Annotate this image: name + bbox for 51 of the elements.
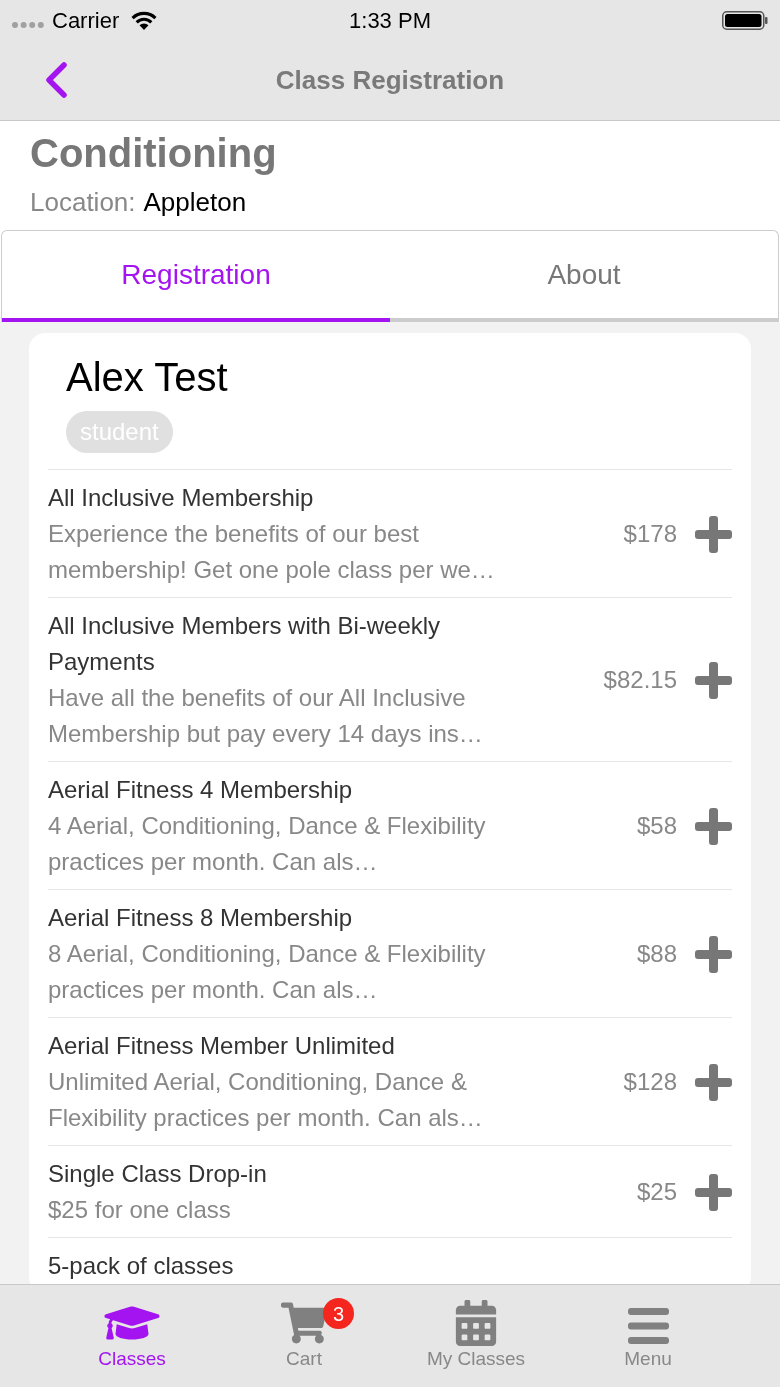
add-button[interactable]	[695, 1173, 732, 1211]
add-button[interactable]	[695, 807, 732, 845]
membership-price: $128	[623, 1067, 677, 1097]
calendar-icon	[455, 1300, 497, 1346]
wifi-icon	[131, 10, 158, 30]
add-button[interactable]	[695, 661, 732, 699]
location-label: Location:	[30, 186, 136, 219]
membership-price: $58	[636, 811, 677, 841]
membership-title: Single Class Drop-in	[48, 1159, 268, 1189]
membership-title: All Inclusive Membership	[48, 483, 315, 513]
plus-icon	[695, 1063, 732, 1101]
membership-description: 8 Aerial, Conditioning, Dance & Flexibility practices per month. Can als…	[48, 939, 487, 1005]
signal-icon	[12, 22, 44, 28]
tab-bar-item[interactable]: Menu	[562, 1285, 734, 1387]
membership-title: Aerial Fitness 8 Membership	[48, 903, 354, 933]
status-time: 1:33 PM	[349, 6, 431, 35]
plus-icon	[695, 807, 732, 845]
back-button[interactable]	[44, 62, 68, 98]
plus-icon	[695, 1173, 732, 1211]
screen-title: Class Registration	[275, 63, 505, 97]
tab-bar-item[interactable]: 3 Cart	[218, 1285, 390, 1387]
membership-title: Aerial Fitness 4 Membership	[48, 775, 354, 805]
tab-bar-item[interactable]: Classes	[46, 1285, 218, 1387]
plus-icon	[695, 661, 732, 699]
battery-icon	[722, 10, 768, 30]
membership-title: All Inclusive Members with Bi-weekly Payments	[48, 611, 442, 677]
membership-description: Have all the benefits of our All Inclusive Membership but pay every 14 days ins…	[48, 683, 484, 749]
membership-price: $88	[636, 939, 677, 969]
class-name: Conditioning	[30, 130, 278, 177]
chevron-left-icon	[44, 62, 68, 98]
plus-icon	[695, 935, 732, 973]
student-name: Alex Test	[66, 354, 228, 401]
cart-badge: 3	[323, 1298, 354, 1329]
menu-icon	[627, 1307, 669, 1344]
add-button[interactable]	[695, 1063, 732, 1101]
plus-icon	[695, 515, 732, 553]
membership-description: 4 Aerial, Conditioning, Dance & Flexibility practices per month. Can als…	[48, 811, 487, 877]
membership-title: 5-pack of classes	[48, 1251, 235, 1281]
add-button[interactable]	[695, 935, 732, 973]
membership-price: $178	[623, 519, 677, 549]
membership-price: $25	[636, 1177, 677, 1207]
membership-description: Unlimited Aerial, Conditioning, Dance & Flexibility practices per month. Can als…	[48, 1067, 484, 1133]
tab-bar-item[interactable]: My Classes	[390, 1285, 562, 1387]
location-value: Appleton	[143, 186, 247, 219]
membership-description: $25 for one class	[48, 1195, 232, 1225]
membership-description: Experience the benefits of our best membership! Get one pole class per we…	[48, 519, 496, 585]
carrier-name: Carrier	[52, 6, 120, 35]
cart-icon	[281, 1302, 327, 1344]
add-button[interactable]	[695, 515, 732, 553]
membership-price: $82.15	[603, 665, 677, 695]
membership-title: Aerial Fitness Member Unlimited	[48, 1031, 396, 1061]
